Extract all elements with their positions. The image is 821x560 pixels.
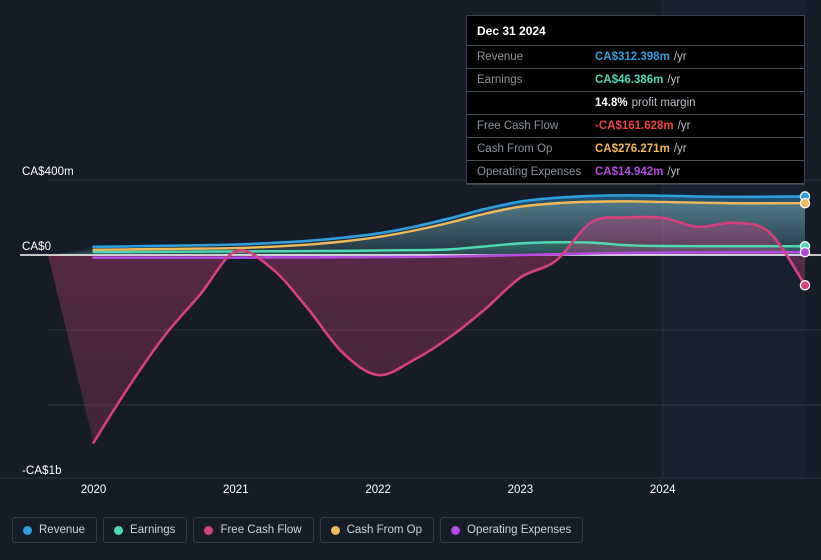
- tooltip-row-value: CA$14.942m: [595, 166, 664, 178]
- legend-item-label: Operating Expenses: [467, 524, 572, 536]
- tooltip-row-unit: /yr: [673, 51, 687, 63]
- tooltip-row-value: 14.8%: [595, 97, 628, 109]
- financial-chart-widget: CA$400m CA$0 -CA$1b 2020 2021 2022 2023 …: [0, 0, 821, 560]
- x-axis-label-2024: 2024: [649, 484, 676, 496]
- legend-item-revenue[interactable]: Revenue: [12, 517, 98, 543]
- tooltip-row-unit: /yr: [667, 74, 681, 86]
- x-axis-label-2022: 2022: [365, 484, 391, 496]
- tooltip-row-label: Free Cash Flow: [477, 120, 559, 132]
- legend-dot-icon: [23, 525, 32, 535]
- chart-tooltip: Dec 31 2024 Revenue CA$312.398m/yr Earning…: [466, 15, 805, 185]
- tooltip-row-unit: /yr: [677, 120, 691, 132]
- tooltip-row-value: CA$276.271m: [595, 143, 670, 155]
- tooltip-row-unit: profit margin: [631, 97, 696, 109]
- tooltip-row: Operating Expenses CA$14.942m/yr: [467, 160, 804, 184]
- tooltip-row-value: CA$312.398m: [595, 51, 670, 63]
- tooltip-rows: Revenue CA$312.398m/yr Earnings CA$46.386m /…: [467, 45, 804, 184]
- chart-legend: Revenue Earnings Free Cash Flow Cash From O…: [12, 517, 584, 543]
- tooltip-row-value: -CA$161.628m: [595, 120, 674, 132]
- tooltip-row: Free Cash Flow -CA$161.628m/yr: [467, 114, 804, 137]
- tooltip-row-unit: /yr: [673, 143, 687, 155]
- y-axis-label-400m: CA$400m: [22, 166, 74, 178]
- tooltip-row: Revenue CA$312.398m/yr: [467, 45, 804, 68]
- x-axis-label-2021: 2021: [223, 484, 249, 496]
- legend-item-label: Free Cash Flow: [220, 524, 302, 536]
- legend-item-cash-from-op[interactable]: Cash From Op: [319, 517, 435, 543]
- tooltip-date: Dec 31 2024: [477, 24, 546, 38]
- legend-dot-icon: [114, 525, 124, 535]
- x-axis-label-2020: 2020: [80, 484, 107, 496]
- legend-item-label: Earnings: [130, 524, 176, 536]
- legend-dot-icon: [204, 525, 214, 535]
- legend-dot-icon: [330, 525, 340, 535]
- tooltip-row-label: Earnings: [477, 74, 523, 86]
- tooltip-row: Earnings CA$46.386m/yr: [467, 68, 804, 91]
- legend-item-free-cash-flow[interactable]: Free Cash Flow: [193, 517, 314, 543]
- legend-item-label: Cash From Op: [346, 524, 423, 536]
- tooltip-row: 14.8% profit margin: [467, 91, 804, 114]
- legend-item-earnings[interactable]: Earnings: [103, 517, 188, 543]
- tooltip-row-unit: /yr: [667, 166, 681, 178]
- y-axis-label-neg1b: -CA$1b: [22, 465, 62, 477]
- tooltip-row-label: Operating Expenses: [477, 166, 582, 178]
- tooltip-row-value: CA$46.386m: [595, 74, 664, 86]
- y-axis-label-zero: CA$0: [22, 241, 52, 253]
- x-axis-label-2023: 2023: [507, 484, 534, 496]
- legend-item-operating-expenses[interactable]: Operating Expenses: [440, 517, 584, 543]
- tooltip-row-label: Revenue: [477, 51, 524, 63]
- legend-dot-icon: [451, 525, 461, 535]
- tooltip-row: Cash From Op CA$276.271m/yr: [467, 137, 804, 160]
- legend-item-label: Revenue: [39, 524, 86, 536]
- tooltip-row-label: Cash From Op: [477, 143, 553, 155]
